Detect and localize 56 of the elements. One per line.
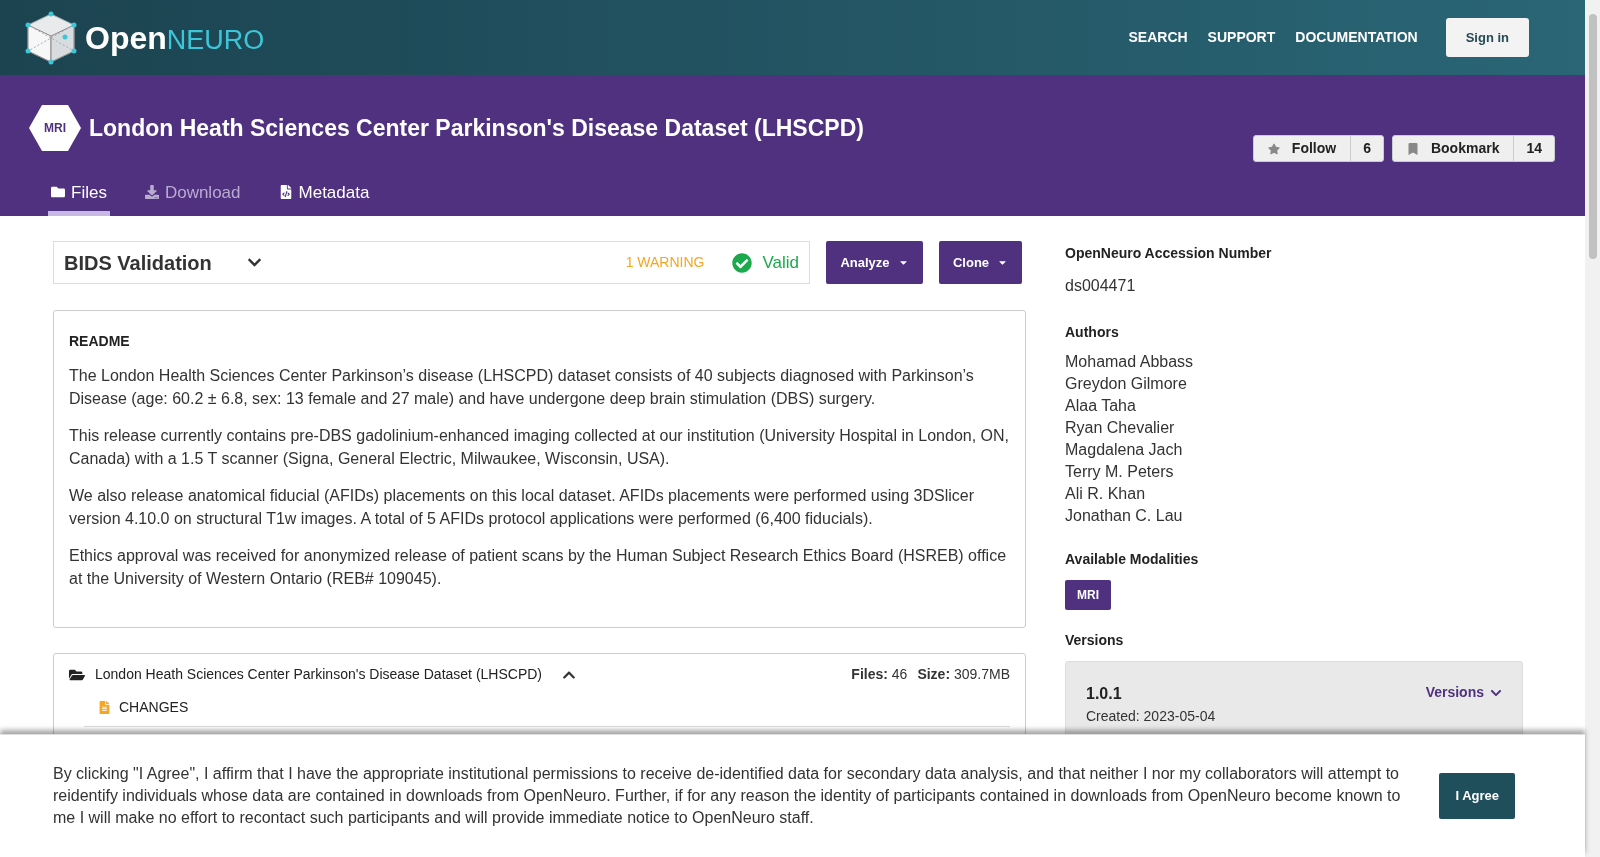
button-label: Bookmark [1430, 139, 1500, 158]
author-name: Magdalena Jach [1065, 440, 1184, 460]
count: 14 [1525, 139, 1543, 158]
accession-number: ds004471 [1065, 276, 1137, 296]
logo-neuro: NEURO [166, 23, 265, 57]
modality-hexagon-badge: MRI [29, 105, 81, 151]
validation-status: Valid [762, 251, 799, 274]
total-size: Size: 309.7MB [917, 665, 1010, 684]
cube-logo-icon [25, 10, 77, 65]
bookmark-icon [1406, 142, 1419, 155]
nav-link[interactable]: SEARCH [1128, 27, 1188, 48]
author-name: Ali R. Khan [1065, 484, 1147, 504]
follow-button[interactable]: Follow 6 [1252, 135, 1384, 162]
section-heading: Versions [1065, 631, 1125, 650]
versions-dropdown[interactable]: Versions [1425, 682, 1502, 703]
readme-paragraph: We also release anatomical fiducial (AFIDs) placements on this local dataset. AFIDs placements were performed using 3DSlicer version 4.10.0 on structural T1w images. A total of 5 AFIDs protocol applications were performed (6,400 fiducials). [69, 486, 975, 529]
version-number: 1.0.1 [1086, 684, 1123, 704]
folder-name[interactable]: London Heath Sciences Center Parkinson's Disease Dataset (LHSCPD) [95, 664, 542, 685]
files-count: Files: 46 [851, 665, 908, 684]
section-heading: OpenNeuro Accession Number [1065, 244, 1273, 263]
readme-heading: README [69, 332, 131, 351]
sign-in-button[interactable]: Sign in [1445, 17, 1529, 58]
author-name: Alaa Taha [1065, 396, 1137, 416]
section-heading: Available Modalities [1065, 550, 1200, 569]
readme-paragraph: The London Health Sciences Center Parkinson’s disease (LHSCPD) dataset consists of 40 subjects diagnosed with Parkinson’s Disease (age: 60.2 ± 6.8, sex: 13 female and 27 male) and have undergone deep brain stimulation (DBS) surgery. [69, 366, 975, 409]
validation-title: BIDS Validation [64, 250, 212, 276]
file-name[interactable]: CHANGES [119, 697, 189, 718]
section-heading: Authors [1065, 323, 1120, 342]
readme-paragraph: Ethics approval was received for anonymized release of patient scans by the Human Subject Research Ethics Board (HSREB) office at the University of Western Ontario (REB# 109045). [69, 546, 1008, 589]
author-name: Mohamad Abbass [1065, 352, 1195, 372]
nav-link[interactable]: DOCUMENTATION [1295, 27, 1418, 48]
bookmark-button[interactable]: Bookmark 14 [1391, 135, 1555, 162]
nav-link[interactable]: SUPPORT [1207, 27, 1276, 48]
author-name: Terry M. Peters [1065, 462, 1175, 482]
button-label: Follow [1291, 139, 1337, 158]
dropdown-button[interactable]: Clone [939, 241, 1022, 284]
dataset-title: London Heath Sciences Center Parkinson's Disease Dataset (LHSCPD) [89, 113, 864, 143]
logo-open: Open [85, 18, 167, 58]
folder-icon [51, 185, 65, 200]
code-file-icon [278, 185, 293, 200]
author-name: Ryan Chevalier [1065, 418, 1176, 438]
file-icon [98, 701, 111, 714]
author-name: Jonathan C. Lau [1065, 506, 1184, 526]
scrollbar[interactable] [1585, 0, 1600, 857]
modality-tag[interactable]: MRI [1065, 580, 1111, 610]
readme-paragraph: This release currently contains pre-DBS gadolinium-enhanced imaging collected at our institution (University Hospital in London, ON, Canada) with a 1.5 T scanner (Signa, General Electric, Milwaukee, Wisconsin, USA). [69, 426, 1010, 469]
dropdown-button[interactable]: Analyze [826, 241, 923, 284]
download-icon [144, 185, 159, 200]
version-created: Created: 2023-05-04 [1086, 707, 1216, 726]
star-icon [1267, 142, 1280, 155]
tab[interactable]: Metadata [275, 179, 373, 216]
count: 6 [1362, 139, 1372, 158]
author-name: Greydon Gilmore [1065, 374, 1188, 394]
tab[interactable]: Files [48, 179, 110, 216]
consent-text: By clicking "I Agree", I affirm that I have the appropriate institutional permissions to receive de-identified data for secondary data analysis, and that neither I nor my collaborators will attempt to reidentify individuals whose data are contained in downloads from OpenNeuro. Further, if for any reason the identity of participants contained in downloads from OpenNeuro become known to me I will make no effort to recontact such participants and will provide immediate notice to OpenNeuro staff. [53, 764, 1402, 828]
agree-button[interactable]: I Agree [1439, 773, 1515, 819]
